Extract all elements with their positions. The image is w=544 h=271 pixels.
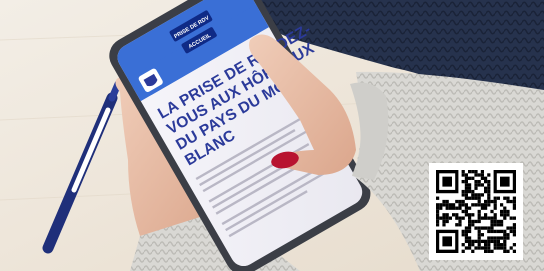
qr-code[interactable] xyxy=(429,163,523,260)
photo-scene: PRISE DE RDV ACCUEIL LA PRISE DE RENDEZ-… xyxy=(0,0,544,271)
qr-code-icon xyxy=(436,170,516,253)
